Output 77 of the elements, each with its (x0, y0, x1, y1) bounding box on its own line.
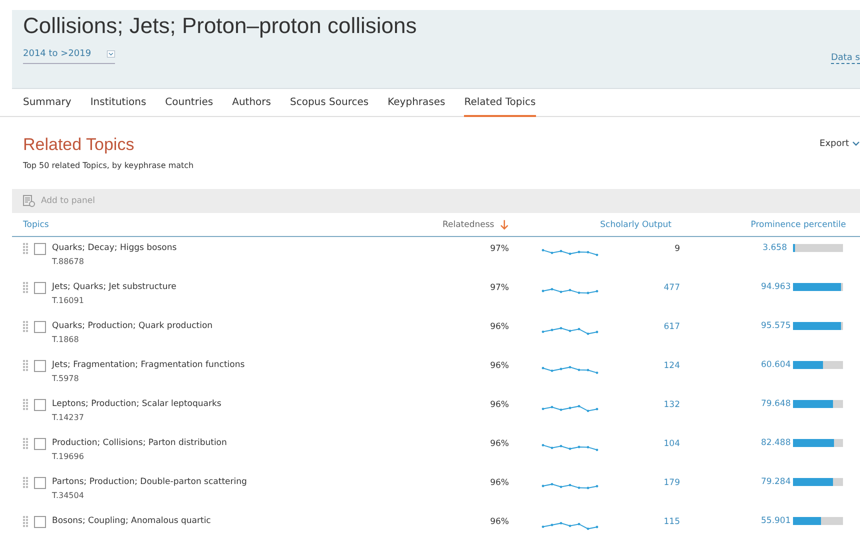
topic-code: T.19696 (52, 452, 85, 461)
relatedness-value: 96% (489, 360, 509, 371)
nav-tab[interactable]: Keyphrases (388, 89, 446, 115)
drag-handle-icon[interactable] (23, 282, 28, 294)
section-subtitle: Top 50 related Topics, by keyphrase match (22, 161, 195, 170)
sparkline (541, 519, 599, 531)
row-checkbox[interactable] (34, 516, 46, 528)
output-link[interactable]: 477 (599, 276, 680, 293)
sparkline (541, 285, 599, 297)
topic-name[interactable]: Leptons; Production; Scalar leptoquarks (52, 399, 222, 409)
topic-code: T.1868 (52, 335, 80, 344)
prominence-value[interactable]: 3.658 (761, 243, 787, 253)
panel-add-icon (23, 195, 35, 207)
drag-handle-icon[interactable] (23, 516, 28, 528)
drag-handle-icon[interactable] (23, 477, 28, 489)
nav-tab[interactable]: Countries (165, 89, 214, 115)
sparkline (541, 246, 599, 258)
row-checkbox[interactable] (34, 243, 46, 255)
nav-tab[interactable]: Authors (232, 89, 271, 115)
output-link[interactable]: 104 (599, 432, 680, 449)
sort-down-icon (500, 220, 509, 230)
topic-name[interactable]: Quarks; Production; Quark production (52, 321, 213, 331)
row-checkbox[interactable] (34, 438, 46, 450)
page-title: Collisions; Jets; Proton–proton collisions (23, 12, 418, 39)
sparkline (541, 480, 599, 492)
sparkline (541, 363, 599, 375)
relatedness-value: 96% (489, 477, 509, 488)
topic-name[interactable]: Quarks; Decay; Higgs bosons (52, 243, 177, 253)
output-link[interactable]: 179 (599, 471, 680, 488)
column-header[interactable]: Topics (12, 220, 430, 230)
topic-code: T.34504 (52, 491, 85, 500)
column-header[interactable]: Relatedness (429, 220, 494, 230)
add-to-panel-button[interactable]: Add to panel (41, 196, 95, 206)
topic-code: T.5978 (52, 374, 80, 383)
output-link[interactable]: 115 (599, 510, 680, 527)
row-checkbox[interactable] (34, 360, 46, 372)
topic-name[interactable]: Partons; Production; Double-parton scattering (52, 477, 247, 487)
data-source-link[interactable]: Data s (830, 53, 860, 64)
column-header[interactable]: Scholarly Output (528, 220, 672, 230)
relatedness-value: 96% (489, 438, 509, 449)
sparkline (541, 441, 599, 453)
drag-handle-icon[interactable] (23, 360, 28, 372)
relatedness-value: 96% (489, 399, 509, 410)
topic-name[interactable]: Jets; Quarks; Jet substructure (52, 282, 176, 292)
date-range-select[interactable]: 2014 to >2019 (23, 47, 115, 64)
output-link[interactable]: 132 (599, 393, 680, 410)
column-header[interactable]: Prominence percentile (671, 220, 860, 230)
drag-handle-icon[interactable] (23, 321, 28, 333)
sparkline (541, 402, 599, 414)
row-checkbox[interactable] (34, 282, 46, 294)
nav-tab[interactable]: Related Topics (464, 89, 536, 117)
nav-tab[interactable]: Scopus Sources (290, 89, 369, 115)
relatedness-value: 97% (489, 282, 509, 293)
row-checkbox[interactable] (34, 321, 46, 333)
nav-tab[interactable]: Institutions (90, 89, 146, 115)
export-menu[interactable]: Export (820, 139, 860, 149)
sparkline (541, 324, 599, 336)
relatedness-value: 96% (489, 321, 509, 332)
relatedness-value: 97% (489, 243, 509, 254)
topic-name[interactable]: Jets; Fragmentation; Fragmentation functions (52, 360, 245, 370)
topic-code: T.16091 (52, 296, 85, 305)
nav-tab[interactable]: Summary (23, 89, 72, 115)
topic-name[interactable]: Production; Collisions; Parton distribution (52, 438, 227, 448)
topic-code: T.14237 (52, 413, 85, 422)
output-link[interactable]: 617 (599, 315, 680, 332)
section-title: Related Topics (22, 135, 134, 155)
drag-handle-icon[interactable] (23, 438, 28, 450)
output-link[interactable]: 124 (599, 354, 680, 371)
topic-code: T.88678 (52, 257, 85, 266)
output-value: 9 (674, 243, 680, 254)
relatedness-value: 96% (489, 516, 509, 527)
row-checkbox[interactable] (34, 399, 46, 411)
caret-down-icon (852, 141, 860, 147)
drag-handle-icon[interactable] (23, 399, 28, 411)
drag-handle-icon[interactable] (23, 243, 28, 255)
topic-name[interactable]: Bosons; Coupling; Anomalous quartic (52, 516, 211, 526)
row-checkbox[interactable] (34, 477, 46, 489)
